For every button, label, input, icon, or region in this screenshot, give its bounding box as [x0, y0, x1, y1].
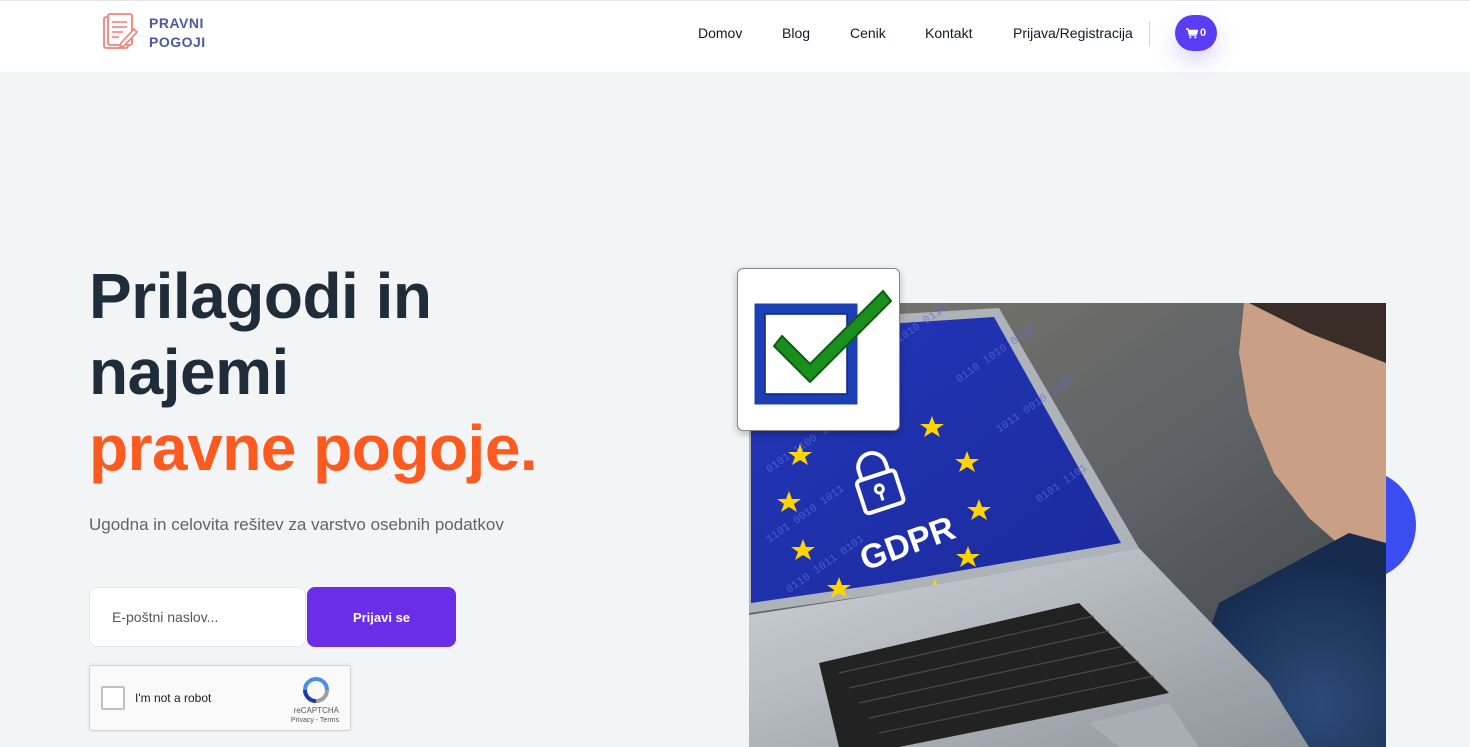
logo-line-2: POGOJI [149, 34, 206, 50]
recaptcha-label: I'm not a robot [135, 691, 212, 705]
nav-kontakt[interactable]: Kontakt [925, 25, 972, 41]
nav-blog[interactable]: Blog [782, 25, 810, 41]
hero-title-line-1: Prilagodi in [89, 260, 432, 332]
recaptcha-brand: reCAPTCHA [293, 706, 339, 715]
hero-subtitle: Ugodna in celovita rešitev za varstvo os… [89, 515, 504, 534]
hero-title-accent: pravne pogoje. [89, 412, 538, 484]
nav-divider [1149, 22, 1150, 46]
cart-count: 0 [1199, 27, 1207, 39]
logo-line-1: PRAVNI [149, 15, 204, 31]
recaptcha-icon [303, 677, 329, 703]
nav-cenik[interactable]: Cenik [850, 25, 886, 41]
document-pen-logo-icon [103, 13, 139, 49]
hero-title-line-2: najemi [89, 336, 289, 408]
subscribe-button[interactable]: Prijavi se [307, 587, 456, 647]
checkmark-card [737, 268, 900, 431]
nav-domov[interactable]: Domov [698, 25, 742, 41]
site-logo[interactable]: PRAVNI POGOJI [101, 13, 206, 53]
hero-title: Prilagodi in najemi pravne pogoje. [89, 258, 538, 486]
cart-icon [1185, 27, 1198, 38]
logo-text: PRAVNI POGOJI [149, 14, 206, 52]
checkmark-icon [754, 289, 893, 405]
cart-button[interactable]: 0 [1175, 15, 1217, 51]
recaptcha-widget: I'm not a robot reCAPTCHA Privacy - Term… [89, 665, 351, 731]
recaptcha-checkbox[interactable] [101, 686, 125, 710]
nav-login-register[interactable]: Prijava/Registracija [1013, 25, 1133, 41]
site-header: PRAVNI POGOJI Domov Blog Cenik Kontakt P… [0, 0, 1470, 72]
recaptcha-terms-link[interactable]: Privacy - Terms [291, 717, 339, 724]
email-input[interactable] [89, 587, 306, 647]
